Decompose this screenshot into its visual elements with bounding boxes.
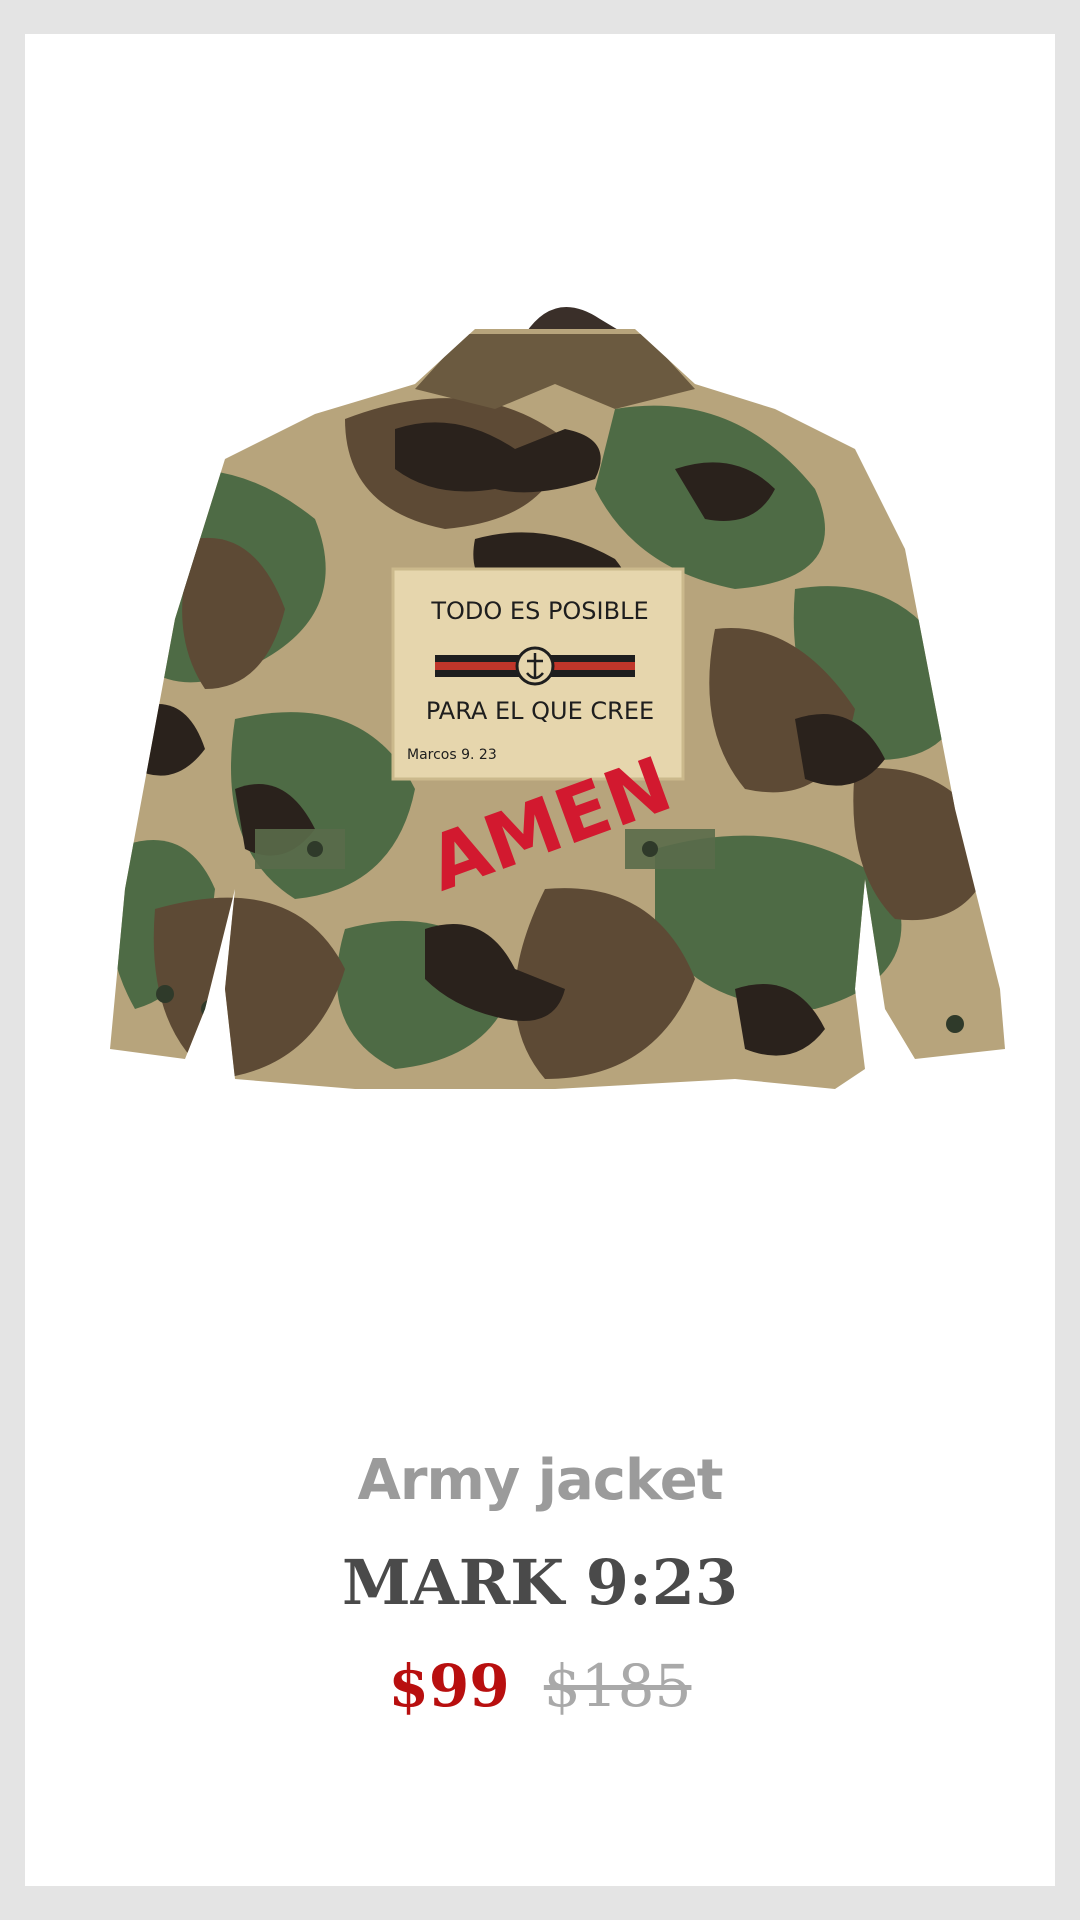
price-row: $99 $185 [25, 1652, 1055, 1720]
patch-line-2: PARA EL QUE CREE [426, 697, 654, 725]
sale-price: $99 [388, 1652, 510, 1720]
product-image[interactable]: TODO ES POSIBLE PARA EL QUE CREE Marcos … [95, 289, 1015, 1329]
product-title[interactable]: MARK 9:23 [25, 1546, 1055, 1619]
army-jacket-photo: TODO ES POSIBLE PARA EL QUE CREE Marcos … [110, 307, 1005, 1089]
original-price: $185 [543, 1652, 692, 1720]
patch-line-1: TODO ES POSIBLE [430, 597, 648, 625]
product-card[interactable]: TODO ES POSIBLE PARA EL QUE CREE Marcos … [25, 34, 1055, 1886]
product-category: Army jacket [357, 1448, 724, 1513]
patch-reference: Marcos 9. 23 [407, 747, 497, 763]
